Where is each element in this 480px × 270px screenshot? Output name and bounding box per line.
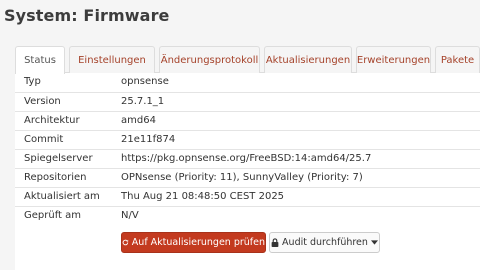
info-key: Commit — [24, 134, 64, 145]
tab-aenderungsprotokoll[interactable]: Änderungsprotokoll — [159, 46, 260, 73]
info-key: Repositorien — [24, 172, 87, 183]
info-value: opnsense — [121, 76, 169, 87]
page-title: System: Firmware — [4, 6, 170, 25]
info-key: Geprüft am — [24, 210, 82, 221]
info-row-aktualisiert: Aktualisiert am Thu Aug 21 08:48:50 CEST… — [15, 187, 480, 206]
info-value: https://pkg.opnsense.org/FreeBSD:14:amd6… — [121, 153, 372, 164]
info-value: Thu Aug 21 08:48:50 CEST 2025 — [121, 191, 285, 202]
info-row-spiegelserver: Spiegelserver https://pkg.opnsense.org/F… — [15, 149, 480, 168]
info-row-architektur: Architektur amd64 — [15, 111, 480, 130]
firmware-content: Status Einstellungen Änderungsprotokoll … — [15, 44, 480, 270]
info-key: Aktualisiert am — [24, 191, 100, 202]
info-key: Version — [24, 96, 61, 107]
info-value: amd64 — [121, 115, 156, 126]
info-row-geprueft: Geprüft am N/V — [15, 206, 480, 225]
info-row-repositorien: Repositorien OPNsense (Priority: 11), Su… — [15, 168, 480, 187]
lock-icon — [271, 238, 279, 247]
status-panel: Typ opnsense Version 25.7.1_1 Architektu… — [15, 73, 480, 270]
tab-einstellungen[interactable]: Einstellungen — [69, 46, 155, 73]
check-updates-label: Auf Aktualisierungen prüfen — [131, 237, 265, 248]
info-row-version: Version 25.7.1_1 — [15, 92, 480, 111]
info-value: 25.7.1_1 — [121, 96, 165, 107]
info-key: Spiegelserver — [24, 153, 93, 164]
caret-down-icon — [370, 240, 378, 245]
info-value: OPNsense (Priority: 11), SunnyValley (Pr… — [121, 172, 363, 183]
tab-bar: Status Einstellungen Änderungsprotokoll … — [15, 44, 480, 74]
info-value: N/V — [121, 210, 139, 221]
info-row-commit: Commit 21e11f874 — [15, 130, 480, 149]
tab-aktualisierungen[interactable]: Aktualisierungen — [264, 46, 352, 73]
tab-erweiterungen[interactable]: Erweiterungen — [356, 46, 431, 73]
page-header: System: Firmware — [0, 0, 480, 36]
refresh-icon — [122, 239, 129, 246]
info-value: 21e11f874 — [121, 134, 176, 145]
info-key: Typ — [24, 76, 41, 87]
tab-status[interactable]: Status — [15, 46, 65, 74]
check-updates-button[interactable]: Auf Aktualisierungen prüfen — [121, 232, 266, 253]
audit-dropdown-button[interactable]: Audit durchführen — [269, 232, 380, 253]
info-row-typ: Typ opnsense — [15, 73, 480, 92]
tab-pakete[interactable]: Pakete — [435, 46, 480, 73]
audit-label: Audit durchführen — [282, 237, 368, 248]
info-key: Architektur — [24, 115, 80, 126]
